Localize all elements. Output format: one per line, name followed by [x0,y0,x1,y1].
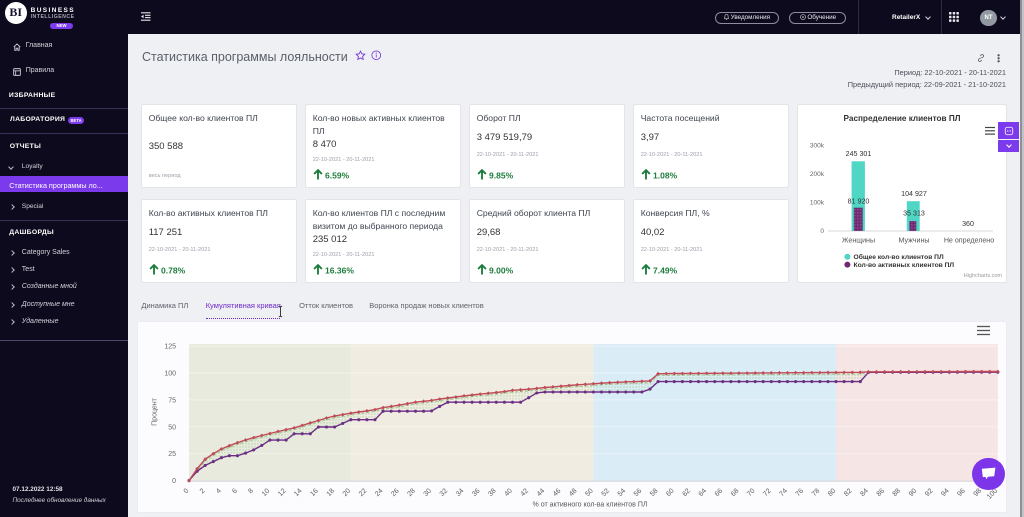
svg-text:52: 52 [601,487,612,498]
svg-text:62: 62 [681,487,692,498]
svg-text:50: 50 [168,424,176,431]
svg-text:Процент: Процент [152,397,159,426]
svg-text:68: 68 [730,487,741,498]
svg-text:64: 64 [698,487,709,498]
svg-text:26: 26 [390,487,401,498]
svg-text:18: 18 [326,487,337,498]
svg-text:0: 0 [172,478,176,485]
svg-text:70: 70 [746,487,757,498]
svg-text:200k: 200k [810,171,825,178]
svg-text:81 920: 81 920 [848,197,870,205]
svg-text:104 927: 104 927 [901,190,927,198]
svg-text:25: 25 [168,451,176,458]
svg-text:56: 56 [633,487,644,498]
svg-text:36: 36 [471,487,482,498]
svg-text:6: 6 [231,487,239,495]
svg-text:84: 84 [859,487,870,498]
svg-text:Не определено: Не определено [944,237,994,245]
svg-text:Кол-во активных клиентов ПЛ: Кол-во активных клиентов ПЛ [854,262,955,269]
svg-text:10: 10 [261,487,272,498]
svg-text:4: 4 [215,487,223,495]
svg-text:66: 66 [714,487,725,498]
svg-text:35 313: 35 313 [903,210,925,218]
svg-text:40: 40 [503,487,514,498]
svg-text:60: 60 [665,487,676,498]
svg-text:94: 94 [940,487,951,498]
svg-text:28: 28 [406,487,417,498]
svg-text:22: 22 [358,487,369,498]
svg-text:50: 50 [584,487,595,498]
svg-text:125: 125 [164,344,176,351]
svg-text:58: 58 [649,487,660,498]
svg-text:98: 98 [973,487,984,498]
svg-text:96: 96 [956,487,967,498]
svg-text:74: 74 [778,487,789,498]
svg-text:75: 75 [168,397,176,404]
svg-text:38: 38 [487,487,498,498]
svg-text:78: 78 [811,487,822,498]
svg-text:16: 16 [309,487,320,498]
svg-text:44: 44 [536,487,547,498]
svg-text:Распределение клиентов ПЛ: Распределение клиентов ПЛ [844,114,961,123]
svg-text:0: 0 [820,228,824,235]
svg-text:300k: 300k [810,143,825,150]
svg-text:0: 0 [183,487,191,495]
svg-text:48: 48 [568,487,579,498]
svg-text:8: 8 [247,487,255,495]
svg-text:Мужчины: Мужчины [899,237,930,245]
svg-text:76: 76 [795,487,806,498]
svg-text:20: 20 [342,487,353,498]
svg-text:82: 82 [843,487,854,498]
svg-text:Общее кол-во клиентов ПЛ: Общее кол-во клиентов ПЛ [854,253,944,261]
svg-text:245 301: 245 301 [846,150,872,158]
svg-text:42: 42 [520,487,531,498]
svg-text:72: 72 [762,487,773,498]
svg-text:46: 46 [552,487,563,498]
svg-text:2: 2 [199,487,207,495]
svg-text:24: 24 [374,487,385,498]
svg-text:Highcharts.com: Highcharts.com [964,273,1003,279]
svg-text:54: 54 [617,487,628,498]
svg-text:12: 12 [277,487,288,498]
svg-text:34: 34 [455,487,466,498]
svg-text:80: 80 [827,487,838,498]
svg-text:90: 90 [908,487,919,498]
svg-text:Женщины: Женщины [842,237,875,245]
svg-text:92: 92 [924,487,935,498]
svg-text:360: 360 [962,220,974,228]
svg-text:14: 14 [293,487,304,498]
svg-text:100: 100 [164,371,176,378]
svg-text:% от активного кол-ва клиентов: % от активного кол-ва клиентов ПЛ [533,502,648,509]
svg-text:32: 32 [439,487,450,498]
svg-text:88: 88 [892,487,903,498]
svg-text:100k: 100k [810,200,825,207]
svg-text:30: 30 [423,487,434,498]
svg-text:86: 86 [876,487,887,498]
